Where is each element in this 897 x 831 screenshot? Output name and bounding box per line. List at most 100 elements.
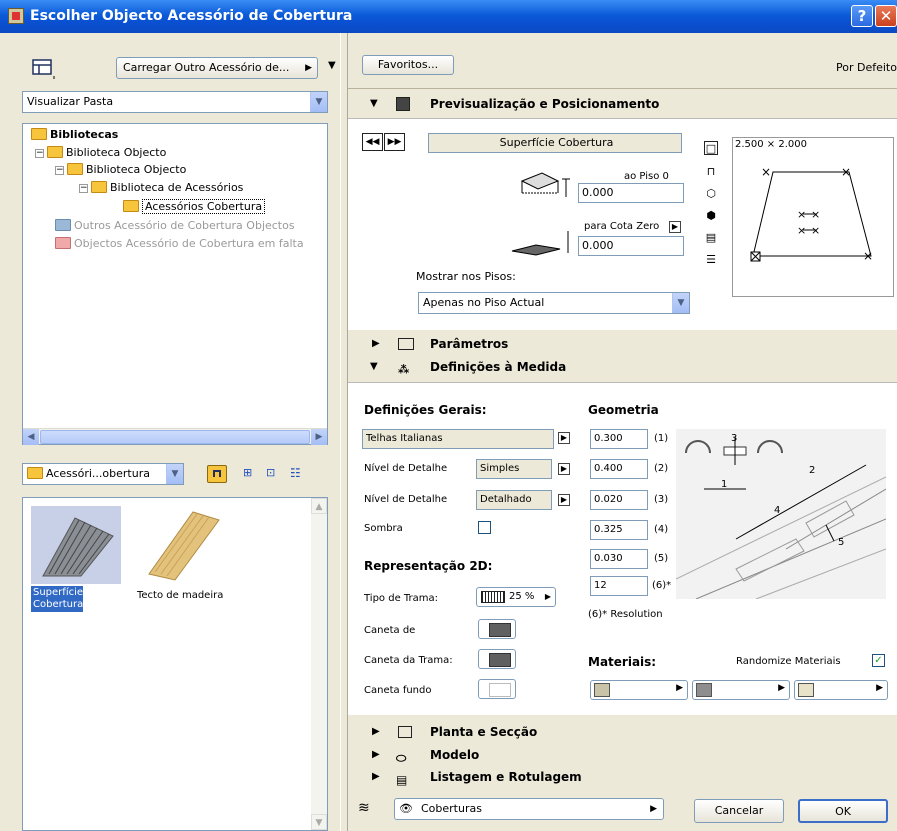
dropdown-arrow-icon[interactable]: ▼	[328, 60, 336, 71]
view-mode-icon[interactable]	[32, 58, 56, 79]
small-icons-view-icon[interactable]: ⊡	[266, 466, 275, 479]
section-title: Listagem e Rotulagem	[430, 770, 582, 784]
diagram-label-1: 1	[721, 479, 727, 490]
layer-select[interactable]: 👁 Coberturas ▶	[394, 798, 664, 820]
ok-label: OK	[835, 805, 851, 818]
elevation-piso-icon	[520, 172, 570, 197]
large-icons-view-icon[interactable]: ⊞	[243, 466, 252, 479]
library-item-superficie-cobertura[interactable]: Superfície Cobertura	[31, 506, 121, 626]
plan-view-icon[interactable]: □	[704, 141, 718, 155]
tree-item-label: Acessórios Cobertura	[142, 199, 266, 214]
view-folder-select[interactable]: Visualizar Pasta ▼	[22, 91, 328, 113]
panel-splitter[interactable]	[340, 33, 348, 831]
app-icon	[8, 8, 24, 24]
scroll-up-icon[interactable]: ▲	[311, 498, 327, 514]
shadow-checkbox[interactable]	[478, 521, 491, 534]
material-select-2[interactable]: ▶	[692, 680, 790, 700]
pen-select[interactable]	[478, 619, 516, 639]
tree-item-biblioteca-acessorios[interactable]: − Biblioteca de Acessórios	[79, 180, 243, 196]
collapse-icon[interactable]: −	[55, 166, 64, 175]
tree-item-biblioteca-objecto-sub[interactable]: − Biblioteca Objecto	[55, 162, 186, 178]
cancel-button[interactable]: Cancelar	[694, 799, 784, 823]
side-view-icon[interactable]: ⊓	[704, 165, 718, 179]
section-listagem-header[interactable]: ▶ ▤ Listagem e Rotulagem	[348, 766, 897, 788]
tree-item-bibliotecas[interactable]: Bibliotecas	[31, 127, 118, 143]
collapse-icon[interactable]: −	[35, 149, 44, 158]
items-panel: Superfície Cobertura Tecto de madeira ▲ …	[22, 497, 328, 831]
show-floors-select[interactable]: Apenas no Piso Actual ▼	[418, 292, 690, 314]
tree-item-label: Biblioteca Objecto	[66, 146, 167, 159]
next-object-button[interactable]: ▶▶	[384, 133, 405, 151]
chevron-right-icon: ▶	[305, 63, 312, 73]
tile-type-select[interactable]: Telhas Italianas	[362, 429, 554, 449]
preview-section-body: ◀◀ ▶▶ Superfície Cobertura ao Piso 0 0.0…	[348, 118, 897, 330]
favorites-button[interactable]: Favoritos...	[362, 55, 454, 75]
svg-text:×: ×	[761, 165, 771, 179]
load-other-accessory-button[interactable]: Carregar Outro Acessório de... ▶	[116, 57, 318, 79]
section-custom-header[interactable]: ▼ ⁂ Definições à Medida	[348, 356, 897, 378]
fill-pen-select[interactable]	[478, 649, 516, 669]
tree-item-outros[interactable]: Outros Acessório de Cobertura Objectos	[55, 218, 295, 234]
axon-view-icon[interactable]: ⬡	[704, 187, 718, 201]
scroll-right-icon[interactable]: ▶	[311, 429, 327, 445]
bg-pen-select[interactable]	[478, 679, 516, 699]
cota-menu-icon[interactable]: ▶	[669, 221, 681, 233]
scroll-thumb[interactable]	[40, 430, 310, 444]
piso-elevation-input[interactable]: 0.000	[578, 183, 684, 203]
shaded-view-icon[interactable]: ⬢	[704, 209, 718, 223]
detail-level-select-2[interactable]: Detalhado	[476, 490, 552, 510]
collapse-icon[interactable]: −	[79, 184, 88, 193]
section-modelo-header[interactable]: ▶ ⬭ Modelo	[348, 744, 897, 766]
close-button[interactable]: ✕	[875, 5, 897, 27]
section-parametros-header[interactable]: ▶ Parâmetros	[348, 333, 897, 355]
detail-level-select-1[interactable]: Simples	[476, 459, 552, 479]
geometry-input-6[interactable]: 12	[590, 576, 648, 596]
geometry-input-2[interactable]: 0.400	[590, 459, 648, 479]
tree-item-biblioteca-objecto[interactable]: − Biblioteca Objecto	[35, 145, 166, 161]
material-select-3[interactable]: ▶	[794, 680, 888, 700]
triangle-down-icon: ▼	[370, 361, 378, 372]
randomize-checkbox[interactable]: ✓	[872, 654, 885, 667]
list-params-icon[interactable]: ▤	[704, 231, 718, 245]
preview-canvas: 2.500 × 2.000 × × × × × × ×	[732, 137, 894, 297]
chevron-right-icon: ▶	[544, 592, 551, 601]
items-vertical-scrollbar[interactable]: ▲ ▼	[311, 498, 327, 830]
section-preview-header[interactable]: ▼ Previsualização e Posicionamento	[348, 93, 897, 115]
zero-elevation-input[interactable]: 0.000	[578, 236, 684, 256]
material-select-1[interactable]: ▶	[590, 680, 688, 700]
tile-geometry-diagram: 3 1 2 4 5	[675, 433, 887, 600]
current-folder-value: Acessóri...obertura	[46, 467, 150, 480]
chevron-down-icon: ▼	[672, 293, 689, 313]
tile-type-menu-icon[interactable]: ▶	[558, 432, 570, 444]
item-label: Tecto de madeira	[137, 590, 224, 601]
library-item-tecto-madeira[interactable]: Tecto de madeira	[135, 506, 255, 626]
divider	[348, 88, 897, 89]
section-planta-seccao-header[interactable]: ▶ Planta e Secção	[348, 721, 897, 743]
geometry-tag-5: (5)	[654, 553, 669, 564]
cota-label: para Cota Zero	[584, 221, 660, 232]
list-view-icon[interactable]: ☷	[290, 466, 301, 480]
geometry-tag-1: (1)	[654, 433, 669, 444]
tree-item-acessorios-cobertura[interactable]: Acessórios Cobertura	[123, 199, 266, 215]
geometry-input-3[interactable]: 0.020	[590, 490, 648, 510]
tree-item-em-falta[interactable]: Objectos Acessório de Cobertura em falta	[55, 236, 304, 252]
layers-icon: ≋	[358, 800, 370, 816]
prev-object-button[interactable]: ◀◀	[362, 133, 383, 151]
folder-up-icon[interactable]	[207, 465, 227, 483]
help-button[interactable]: ?	[851, 5, 873, 27]
detail-level-menu-icon[interactable]: ▶	[558, 463, 570, 475]
scroll-left-icon[interactable]: ◀	[23, 429, 39, 445]
detail-level-menu-icon[interactable]: ▶	[558, 494, 570, 506]
fill-type-select[interactable]: 25 % ▶	[476, 587, 556, 607]
geometry-input-4[interactable]: 0.325	[590, 520, 648, 540]
scroll-down-icon[interactable]: ▼	[311, 814, 327, 830]
geometry-input-1[interactable]: 0.300	[590, 429, 648, 449]
info-view-icon[interactable]: ☰	[704, 253, 718, 267]
diagram-label-4: 4	[774, 505, 780, 516]
current-folder-select[interactable]: Acessóri...obertura ▼	[22, 463, 184, 485]
ok-button[interactable]: OK	[798, 799, 888, 823]
tree-horizontal-scrollbar[interactable]: ◀ ▶	[23, 428, 327, 445]
fill-type-label: Tipo de Trama:	[364, 593, 439, 604]
geometry-input-5[interactable]: 0.030	[590, 549, 648, 569]
section-title: Modelo	[430, 748, 480, 762]
